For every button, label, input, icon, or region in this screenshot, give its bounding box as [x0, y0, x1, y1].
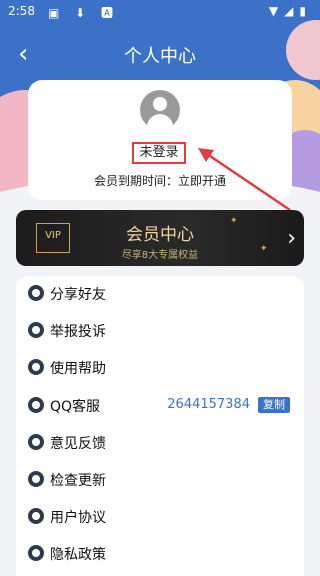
user-icon-body: [147, 114, 173, 130]
battery-icon: ▮: [299, 4, 312, 18]
menu-item-label: 分享好友: [50, 287, 106, 303]
status-time: 2:58: [8, 4, 35, 18]
wifi-icon: ▼: [268, 4, 285, 18]
menu-item-label: 用户协议: [50, 510, 106, 526]
chevron-right-icon: ›: [287, 226, 296, 251]
menu-item-label: 隐私政策: [50, 547, 106, 563]
qq-number: 2644157384: [167, 397, 250, 412]
qq-icon: [28, 397, 44, 413]
menu-item-user-agreement[interactable]: 用户协议: [16, 499, 304, 536]
menu-item-help[interactable]: 使用帮助: [16, 350, 304, 387]
update-icon: [28, 471, 44, 487]
feedback-icon: [28, 434, 44, 450]
agreement-icon: [28, 508, 44, 524]
sparkle-icon: ✦: [260, 244, 268, 254]
menu-item-qq-service[interactable]: QQ客服 2644157384 复制: [16, 388, 304, 425]
login-status[interactable]: 未登录: [132, 142, 186, 164]
report-icon: [28, 322, 44, 338]
signal-icon: ◢: [284, 4, 300, 18]
menu-item-label: QQ客服: [50, 399, 101, 415]
user-icon: [153, 97, 167, 111]
menu-item-report[interactable]: 举报投诉: [16, 313, 304, 350]
vip-banner[interactable]: VIP 会员中心 尽享8大专属权益 ✦ ✦ ›: [16, 210, 304, 266]
notification-icons: ▣ ⬇ 🅰: [48, 6, 120, 20]
share-icon: [28, 285, 44, 301]
vip-title: 会员中心: [126, 225, 194, 245]
copy-button[interactable]: 复制: [258, 397, 290, 413]
menu-item-feedback[interactable]: 意见反馈: [16, 425, 304, 462]
menu-item-privacy-policy[interactable]: 隐私政策: [16, 536, 304, 573]
annotation-arrow: [198, 148, 291, 212]
avatar[interactable]: [140, 90, 180, 130]
sparkle-icon: ✦: [230, 216, 238, 226]
system-icons: ▼◢▮: [269, 4, 312, 18]
menu-item-share[interactable]: 分享好友: [16, 276, 304, 313]
page-title: 个人中心: [124, 46, 196, 67]
menu-item-label: 意见反馈: [50, 436, 106, 452]
menu-item-label: 使用帮助: [50, 361, 106, 377]
status-bar: 2:58 ▣ ⬇ 🅰 ▼◢▮: [0, 0, 320, 24]
menu-item-label: 检查更新: [50, 473, 106, 489]
privacy-icon: [28, 545, 44, 561]
menu-item-label: 举报投诉: [50, 324, 106, 340]
menu-item-check-update[interactable]: 检查更新: [16, 462, 304, 499]
settings-list: 分享好友 举报投诉 使用帮助 QQ客服 2644157384 复制 意见反馈 检…: [16, 276, 304, 576]
help-icon: [28, 359, 44, 375]
